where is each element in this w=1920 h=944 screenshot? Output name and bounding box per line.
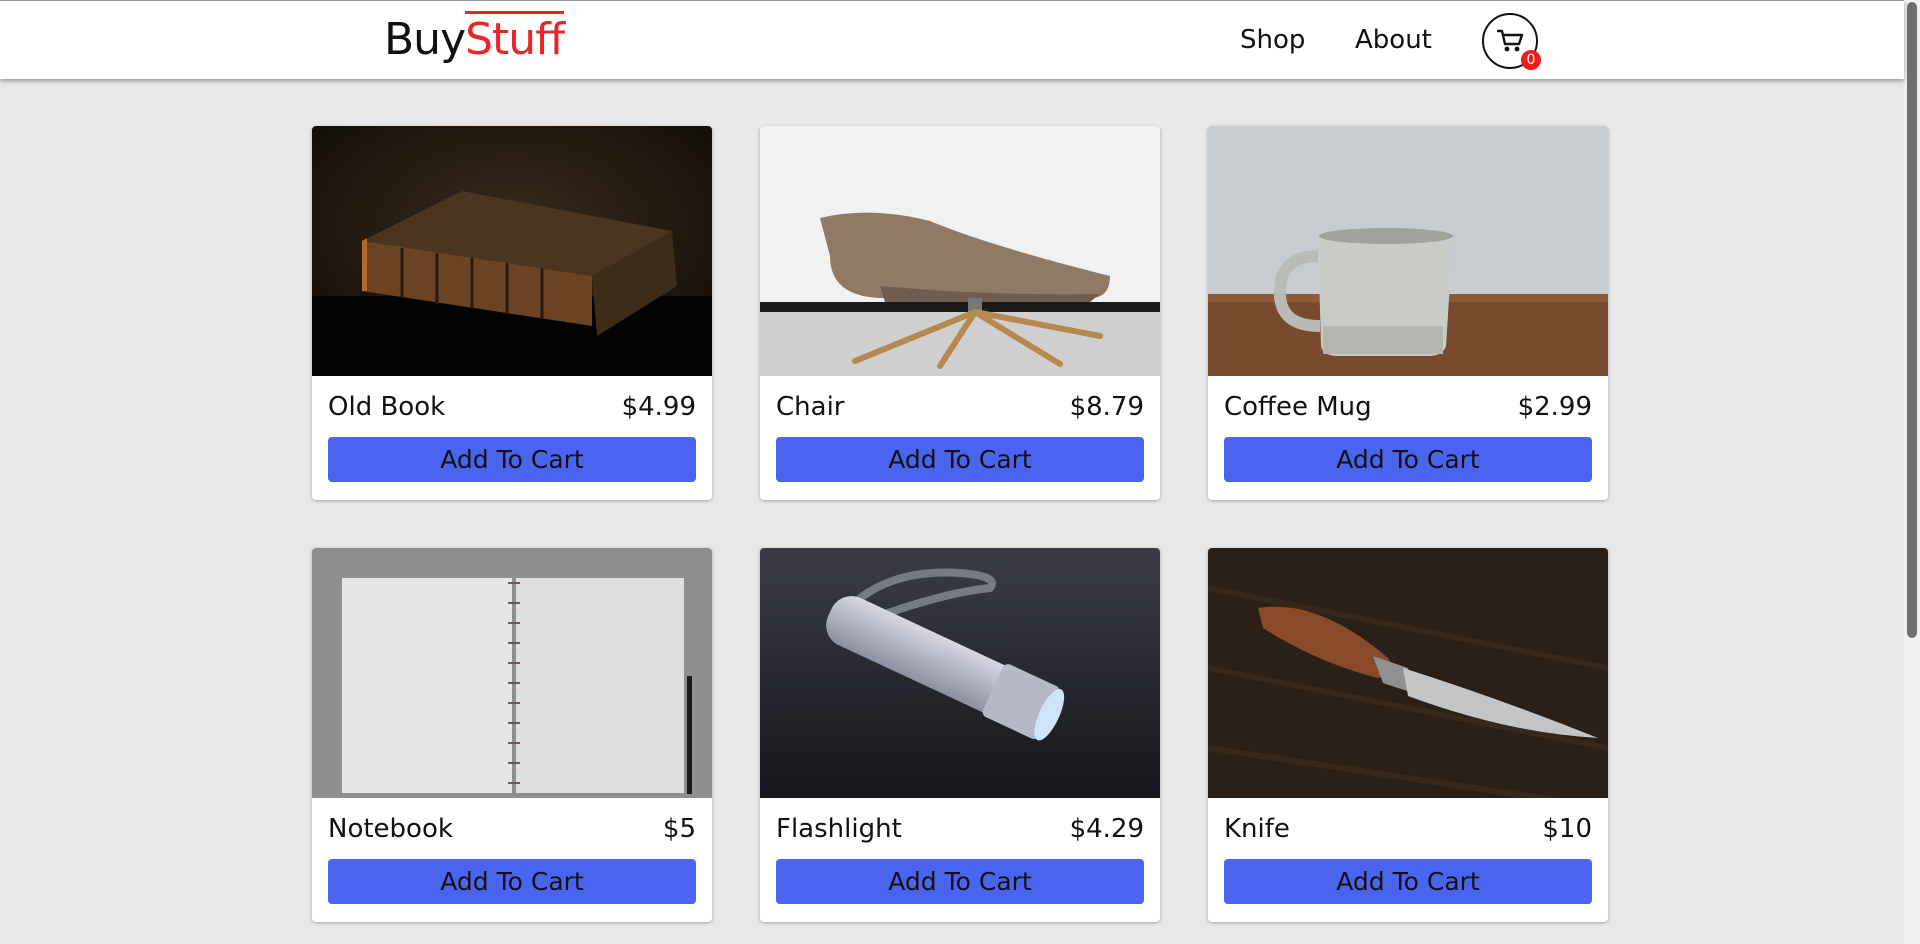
product-price: $2.99 [1517,392,1592,422]
add-to-cart-button[interactable]: Add To Cart [1224,437,1592,482]
navbar: BuyStuff Shop About 0 [0,0,1904,79]
add-to-cart-button[interactable]: Add To Cart [328,859,696,904]
product-price: $8.79 [1069,392,1144,422]
chair-image [760,126,1160,376]
add-to-cart-button[interactable]: Add To Cart [328,437,696,482]
product-card: Coffee Mug $2.99 Add To Cart [1208,126,1608,500]
product-name: Knife [1224,814,1290,844]
product-card: Knife $10 Add To Cart [1208,548,1608,922]
product-name: Chair [776,392,845,422]
product-price: $4.99 [621,392,696,422]
scrollbar[interactable] [1904,0,1920,944]
nav-shop-link[interactable]: Shop [1240,23,1305,57]
cart-button[interactable]: 0 [1482,13,1541,70]
product-card: Notebook $5 Add To Cart [312,548,712,922]
product-name: Old Book [328,392,446,422]
scrollbar-thumb[interactable] [1907,2,1917,638]
product-price: $10 [1542,814,1592,844]
product-name: Flashlight [776,814,902,844]
logo-stuff: Stuff [465,11,565,65]
add-to-cart-button[interactable]: Add To Cart [776,859,1144,904]
nav-about-link[interactable]: About [1355,23,1432,57]
product-name: Coffee Mug [1224,392,1372,422]
product-grid: Old Book $4.99 Add To Cart Chair $8.79 A… [312,126,1608,922]
product-card: Old Book $4.99 Add To Cart [312,126,712,500]
old-book-image [312,126,712,376]
cart-count-badge: 0 [1521,50,1541,70]
product-price: $5 [662,814,696,844]
knife-image [1208,548,1608,798]
add-to-cart-button[interactable]: Add To Cart [1224,859,1592,904]
product-name: Notebook [328,814,453,844]
add-to-cart-button[interactable]: Add To Cart [776,437,1144,482]
product-price: $4.29 [1069,814,1144,844]
product-card: Chair $8.79 Add To Cart [760,126,1160,500]
notebook-image [312,548,712,798]
cart-icon [1497,29,1524,52]
coffee-mug-image [1208,126,1608,376]
product-card: Flashlight $4.29 Add To Cart [760,548,1160,922]
flashlight-image [760,548,1160,798]
logo[interactable]: BuyStuff [384,9,565,71]
logo-buy: Buy [384,14,466,65]
